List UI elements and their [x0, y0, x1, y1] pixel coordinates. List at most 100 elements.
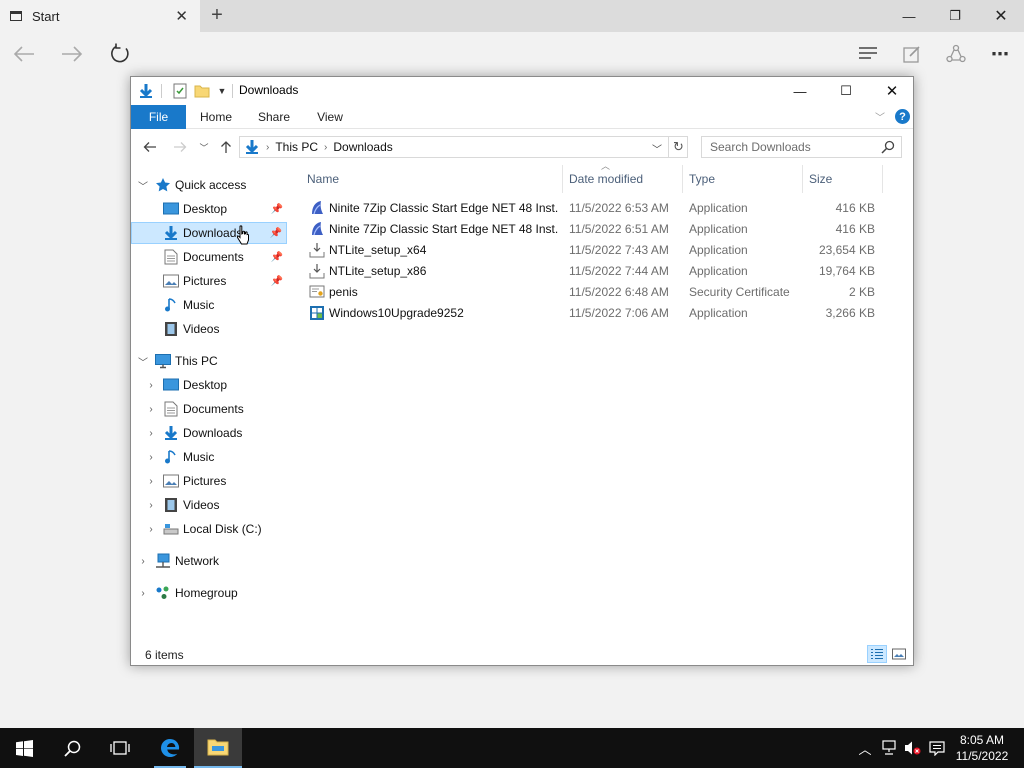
- start-button[interactable]: [0, 728, 48, 768]
- nav-pc-music[interactable]: › Music: [131, 446, 287, 468]
- nav-pc-desktop[interactable]: › Desktop: [131, 374, 287, 396]
- expand-ribbon-icon[interactable]: ﹀: [875, 109, 885, 124]
- nav-quick-videos[interactable]: Videos: [131, 318, 287, 340]
- tab-title: Start: [32, 8, 60, 24]
- pin-icon[interactable]: 📌: [270, 228, 282, 239]
- breadcrumb-downloads[interactable]: Downloads: [333, 140, 392, 154]
- address-dropdown-icon[interactable]: ﹀: [652, 141, 662, 156]
- computer-icon: [155, 353, 171, 369]
- pictures-icon: [163, 473, 179, 489]
- hub-icon[interactable]: [854, 40, 882, 68]
- back-button[interactable]: [139, 137, 161, 157]
- nav-quick-downloads[interactable]: Downloads 📌: [131, 222, 287, 245]
- breadcrumb-this-pc[interactable]: This PC: [275, 140, 318, 154]
- expand-chevron-icon[interactable]: ›: [145, 452, 157, 463]
- tab-view[interactable]: View: [305, 105, 355, 129]
- expand-chevron-icon[interactable]: ›: [145, 404, 157, 415]
- properties-icon[interactable]: [171, 82, 189, 100]
- expand-chevron-icon[interactable]: ›: [145, 524, 157, 535]
- expand-chevron-icon[interactable]: ›: [145, 428, 157, 439]
- address-bar[interactable]: › This PC › Downloads ﹀: [239, 136, 688, 158]
- nav-quick-pictures[interactable]: Pictures 📌: [131, 270, 287, 292]
- explorer-minimize-button[interactable]: —: [777, 77, 823, 105]
- large-icons-view-icon[interactable]: [889, 645, 909, 663]
- network-status-icon[interactable]: [878, 728, 900, 768]
- expand-chevron-icon[interactable]: ›: [137, 588, 149, 599]
- nav-pc-downloads[interactable]: › Downloads: [131, 422, 287, 444]
- volume-muted-icon[interactable]: [902, 728, 924, 768]
- collapse-chevron-icon[interactable]: ﹀: [137, 178, 149, 193]
- nav-quick-music[interactable]: Music: [131, 294, 287, 316]
- refresh-icon[interactable]: [106, 40, 134, 68]
- search-input[interactable]: [710, 140, 880, 154]
- browser-minimize-button[interactable]: —: [886, 0, 932, 32]
- nav-quick-documents[interactable]: Documents 📌: [131, 246, 287, 268]
- nav-network[interactable]: › Network: [131, 550, 287, 572]
- column-date-modified[interactable]: Date modified: [563, 165, 683, 193]
- file-row[interactable]: penis 11/5/2022 6:48 AM Security Certifi…: [301, 282, 885, 303]
- column-name[interactable]: Name: [301, 165, 563, 193]
- file-row[interactable]: NTLite_setup_x64 11/5/2022 7:43 AM Appli…: [301, 240, 885, 261]
- browser-tab-start[interactable]: Start ✕: [0, 0, 200, 32]
- expand-chevron-icon[interactable]: ›: [137, 556, 149, 567]
- tab-close-icon[interactable]: ✕: [175, 7, 188, 25]
- file-row[interactable]: NTLite_setup_x86 11/5/2022 7:44 AM Appli…: [301, 261, 885, 282]
- back-arrow-icon[interactable]: [10, 40, 38, 68]
- share-icon[interactable]: [942, 40, 970, 68]
- nav-homegroup[interactable]: › Homegroup: [131, 582, 287, 604]
- edge-taskbar-icon[interactable]: [146, 728, 194, 768]
- address-refresh-icon[interactable]: ↻: [668, 136, 688, 158]
- recent-locations-icon[interactable]: ﹀: [193, 137, 215, 157]
- tab-share[interactable]: Share: [249, 105, 299, 129]
- browser-restore-button[interactable]: ❐: [932, 0, 978, 32]
- search-box[interactable]: [701, 136, 902, 158]
- nav-quick-access[interactable]: ﹀ Quick access: [131, 174, 287, 196]
- nav-pc-documents[interactable]: › Documents: [131, 398, 287, 420]
- search-taskbar-icon[interactable]: [48, 728, 96, 768]
- nav-pc-videos[interactable]: › Videos: [131, 494, 287, 516]
- new-folder-icon[interactable]: [193, 82, 211, 100]
- pin-icon[interactable]: 📌: [271, 276, 283, 287]
- explorer-close-button[interactable]: ✕: [869, 77, 915, 105]
- file-date: 11/5/2022 7:06 AM: [569, 306, 669, 320]
- forward-arrow-icon[interactable]: [58, 40, 86, 68]
- file-explorer-taskbar-icon[interactable]: [194, 728, 242, 768]
- nav-pc-local-disk[interactable]: › Local Disk (C:): [131, 518, 287, 540]
- explorer-maximize-button[interactable]: ☐: [823, 77, 869, 105]
- more-icon[interactable]: ⋯: [986, 40, 1014, 68]
- column-size[interactable]: Size: [803, 165, 883, 193]
- web-note-icon[interactable]: [898, 40, 926, 68]
- details-view-icon[interactable]: [867, 645, 887, 663]
- task-view-icon[interactable]: [96, 728, 144, 768]
- pin-icon[interactable]: 📌: [271, 252, 283, 263]
- nav-label: Downloads: [183, 426, 243, 440]
- tab-home[interactable]: Home: [191, 105, 241, 129]
- show-hidden-icons-icon[interactable]: ︿: [854, 728, 876, 768]
- file-row[interactable]: Windows10Upgrade9252 11/5/2022 7:06 AM A…: [301, 303, 885, 324]
- column-type[interactable]: Type: [683, 165, 803, 193]
- file-row[interactable]: Ninite 7Zip Classic Start Edge NET 48 In…: [301, 198, 885, 219]
- browser-close-button[interactable]: ✕: [978, 0, 1024, 32]
- help-icon[interactable]: ?: [895, 109, 910, 124]
- downloads-icon: [163, 425, 179, 441]
- up-button[interactable]: [215, 137, 237, 157]
- nav-quick-desktop[interactable]: Desktop 📌: [131, 198, 287, 220]
- collapse-chevron-icon[interactable]: ﹀: [137, 354, 149, 369]
- expand-chevron-icon[interactable]: ›: [145, 500, 157, 511]
- nav-label: Music: [183, 450, 215, 464]
- clock-date: 11/5/2022: [955, 749, 1009, 763]
- nav-this-pc[interactable]: ﹀ This PC: [131, 350, 287, 372]
- file-date: 11/5/2022 6:48 AM: [569, 285, 669, 299]
- action-center-icon[interactable]: [926, 728, 948, 768]
- forward-button[interactable]: [169, 137, 191, 157]
- taskbar-clock[interactable]: 8:05 AM 11/5/2022: [952, 732, 1012, 764]
- customize-toolbar-icon[interactable]: ▼: [213, 82, 231, 100]
- nav-pc-pictures[interactable]: › Pictures: [131, 470, 287, 492]
- expand-chevron-icon[interactable]: ›: [145, 476, 157, 487]
- installer-icon: [309, 263, 325, 279]
- tab-file[interactable]: File: [131, 105, 186, 129]
- pin-icon[interactable]: 📌: [271, 204, 283, 215]
- file-row[interactable]: Ninite 7Zip Classic Start Edge NET 48 In…: [301, 219, 885, 240]
- new-tab-button[interactable]: +: [207, 4, 227, 27]
- expand-chevron-icon[interactable]: ›: [145, 380, 157, 391]
